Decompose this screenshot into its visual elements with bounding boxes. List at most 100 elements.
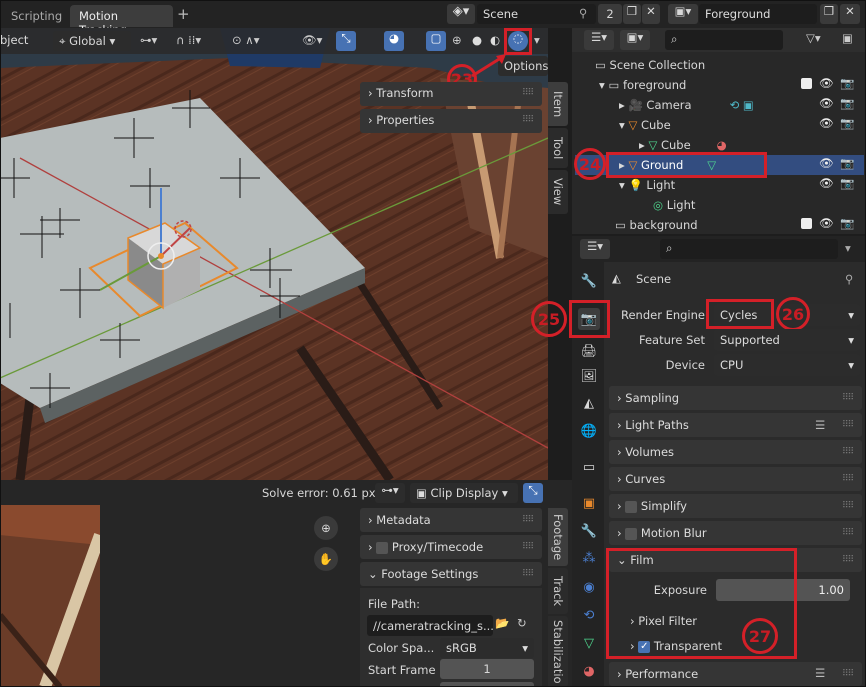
clip-display-dropdown[interactable]: ▣ Clip Display ▾ — [410, 483, 518, 503]
modifier-tab-icon[interactable]: 🔧 — [578, 520, 600, 542]
outliner-search[interactable]: ⌕ — [665, 30, 783, 50]
gizmo-toggle-icon[interactable]: ⤡ — [336, 31, 356, 51]
exclude-checkbox[interactable] — [801, 218, 812, 229]
view-layer-selector[interactable]: Foreground — [699, 4, 817, 24]
performance-label: Performance — [625, 667, 699, 681]
feature-set-dropdown[interactable]: Supported ▾ — [714, 329, 860, 351]
overlay-icon[interactable]: ◕ — [384, 31, 404, 51]
proportional-edit-icon[interactable]: ⊙ ∧▾ — [232, 33, 259, 47]
view-layer-tab-icon[interactable]: 🖼 — [578, 365, 600, 387]
render-icon[interactable]: 📷 — [840, 156, 854, 170]
solid-shading-icon[interactable]: ● — [472, 33, 482, 47]
simplify-checkbox[interactable] — [625, 500, 638, 513]
output-tab-icon[interactable]: 🖨 — [578, 340, 600, 362]
delete-view-layer-icon[interactable]: ✕ — [840, 4, 860, 24]
panel-motion-blur[interactable]: › Motion Blur — [609, 521, 862, 545]
device-dropdown[interactable]: CPU ▾ — [714, 354, 860, 376]
simplify-label: Simplify — [640, 499, 687, 513]
render-icon[interactable]: 📷 — [840, 76, 854, 90]
visibility-icon[interactable]: 👁 — [819, 176, 834, 190]
presets-icon[interactable]: ☰ — [815, 666, 825, 680]
visibility-icon[interactable]: 👁 — [819, 216, 834, 230]
collection-tab-icon[interactable]: ▭ — [578, 456, 600, 478]
reload-icon[interactable]: ↻ — [517, 616, 527, 630]
wireframe-shading-icon[interactable]: ⊕ — [452, 33, 462, 47]
tab-footage[interactable]: Footage — [548, 508, 568, 566]
properties-editor-type[interactable]: ☰▾ — [580, 239, 610, 259]
new-collection-icon[interactable]: ▣ — [842, 31, 853, 45]
context-pin-icon[interactable]: ⚲ — [845, 272, 853, 286]
tab-tool[interactable]: Tool — [548, 128, 568, 168]
panel-metadata[interactable]: › Metadata — [360, 508, 542, 532]
constraint-tab-icon[interactable]: ⟲ — [578, 604, 600, 626]
tab-stabilization[interactable]: Stabilizatio — [548, 616, 568, 687]
scene-tab-icon[interactable]: ◭ — [578, 392, 600, 414]
motion-blur-checkbox[interactable] — [625, 527, 638, 540]
device-label: Device — [665, 358, 705, 372]
panel-sampling[interactable]: › Sampling — [609, 386, 862, 410]
clip-gizmo-icon[interactable]: ⤡ — [523, 483, 543, 503]
outliner-display-mode[interactable]: ▣▾ — [620, 30, 650, 50]
visibility-icon[interactable]: 👁 — [819, 76, 834, 90]
properties-search[interactable]: ⌕ — [660, 239, 838, 259]
zoom-icon[interactable]: ⊕ — [314, 516, 338, 540]
shading-options-icon[interactable]: ▾ — [534, 33, 540, 47]
delete-scene-icon[interactable]: ✕ — [642, 4, 660, 24]
start-frame-field[interactable]: 1 — [440, 659, 534, 679]
npanel-transform[interactable]: › Transform — [360, 82, 542, 106]
color-space-dropdown[interactable]: sRGB ▾ — [440, 638, 534, 658]
xray-icon[interactable]: ▢ — [426, 31, 446, 51]
transform-orientation[interactable]: ⌖ Global ▾ — [53, 31, 131, 51]
pivot-icon[interactable]: ⊶▾ — [140, 33, 157, 47]
visibility-icon[interactable]: 👁 — [819, 156, 834, 170]
duplicate-scene-icon[interactable]: ❐ — [623, 4, 641, 24]
presets-icon[interactable]: ☰ — [815, 418, 825, 432]
tab-track[interactable]: Track — [548, 568, 568, 614]
tab-item[interactable]: Item — [548, 82, 568, 126]
tab-view[interactable]: View — [548, 170, 568, 214]
hand-pan-icon[interactable]: ✋ — [314, 547, 338, 571]
exclude-checkbox[interactable] — [801, 78, 812, 89]
panel-curves[interactable]: › Curves — [609, 467, 862, 491]
clip-view-icon[interactable]: ⊶▾ — [375, 483, 405, 503]
panel-simplify[interactable]: › Simplify — [609, 494, 862, 518]
snap-icon[interactable]: ∩ ⁞⁞▾ — [176, 33, 201, 47]
motion-blur-label: Motion Blur — [640, 526, 707, 540]
add-workspace-button[interactable]: + — [177, 5, 190, 23]
physics-tab-icon[interactable]: ◉ — [578, 576, 600, 598]
data-tab-icon[interactable]: ▽ — [578, 632, 600, 654]
visibility-icon[interactable]: 👁 — [819, 96, 834, 110]
interaction-mode[interactable]: bject — [0, 33, 28, 47]
render-icon[interactable]: 📷 — [840, 176, 854, 190]
material-tab-icon[interactable]: ◕ — [578, 660, 600, 682]
npanel-properties[interactable]: › Properties — [360, 109, 542, 133]
tab-scripting[interactable]: Scripting — [2, 6, 66, 26]
filter-icon[interactable]: ▽▾ — [806, 31, 821, 45]
render-icon[interactable]: 📷 — [840, 96, 854, 110]
view-layer-icon[interactable]: ▣▾ — [668, 4, 698, 24]
panel-volumes[interactable]: › Volumes — [609, 440, 862, 464]
tree-light-data[interactable]: ◎ Light — [575, 195, 864, 215]
pin-icon[interactable]: ⚲ — [579, 6, 587, 20]
tree-scene-collection[interactable]: ▭ Scene Collection — [575, 55, 864, 75]
render-icon[interactable]: 📷 — [840, 216, 854, 230]
panel-proxy-timecode[interactable]: › Proxy/Timecode — [360, 535, 542, 559]
clip-footage-preview[interactable] — [0, 505, 100, 687]
visibility-icon[interactable]: 👁 — [819, 116, 834, 130]
scene-type-icon[interactable]: ◈▾ — [447, 4, 475, 24]
duplicate-view-layer-icon[interactable]: ❐ — [820, 4, 838, 24]
properties-pin-icon[interactable]: ▾ — [845, 241, 851, 255]
visibility-icon[interactable]: 👁▾ — [302, 33, 322, 47]
object-tab-icon[interactable]: ▣ — [578, 492, 600, 514]
tool-tab-icon[interactable]: 🔧 — [578, 270, 600, 292]
folder-icon[interactable]: 📂 — [495, 616, 509, 630]
file-path-field[interactable]: //cameratracking_s... — [367, 615, 493, 636]
tab-motion-tracking[interactable]: Motion Tracking — [70, 5, 173, 37]
outliner-editor-type[interactable]: ☰▾ — [584, 30, 614, 50]
world-tab-icon[interactable]: 🌐 — [578, 420, 600, 442]
render-icon[interactable]: 📷 — [840, 116, 854, 130]
panel-footage-settings[interactable]: ⌄ Footage Settings — [360, 562, 542, 586]
particles-tab-icon[interactable]: ⁂ — [578, 547, 600, 569]
proxy-checkbox[interactable] — [376, 541, 389, 554]
material-shading-icon[interactable]: ◐ — [490, 33, 500, 47]
